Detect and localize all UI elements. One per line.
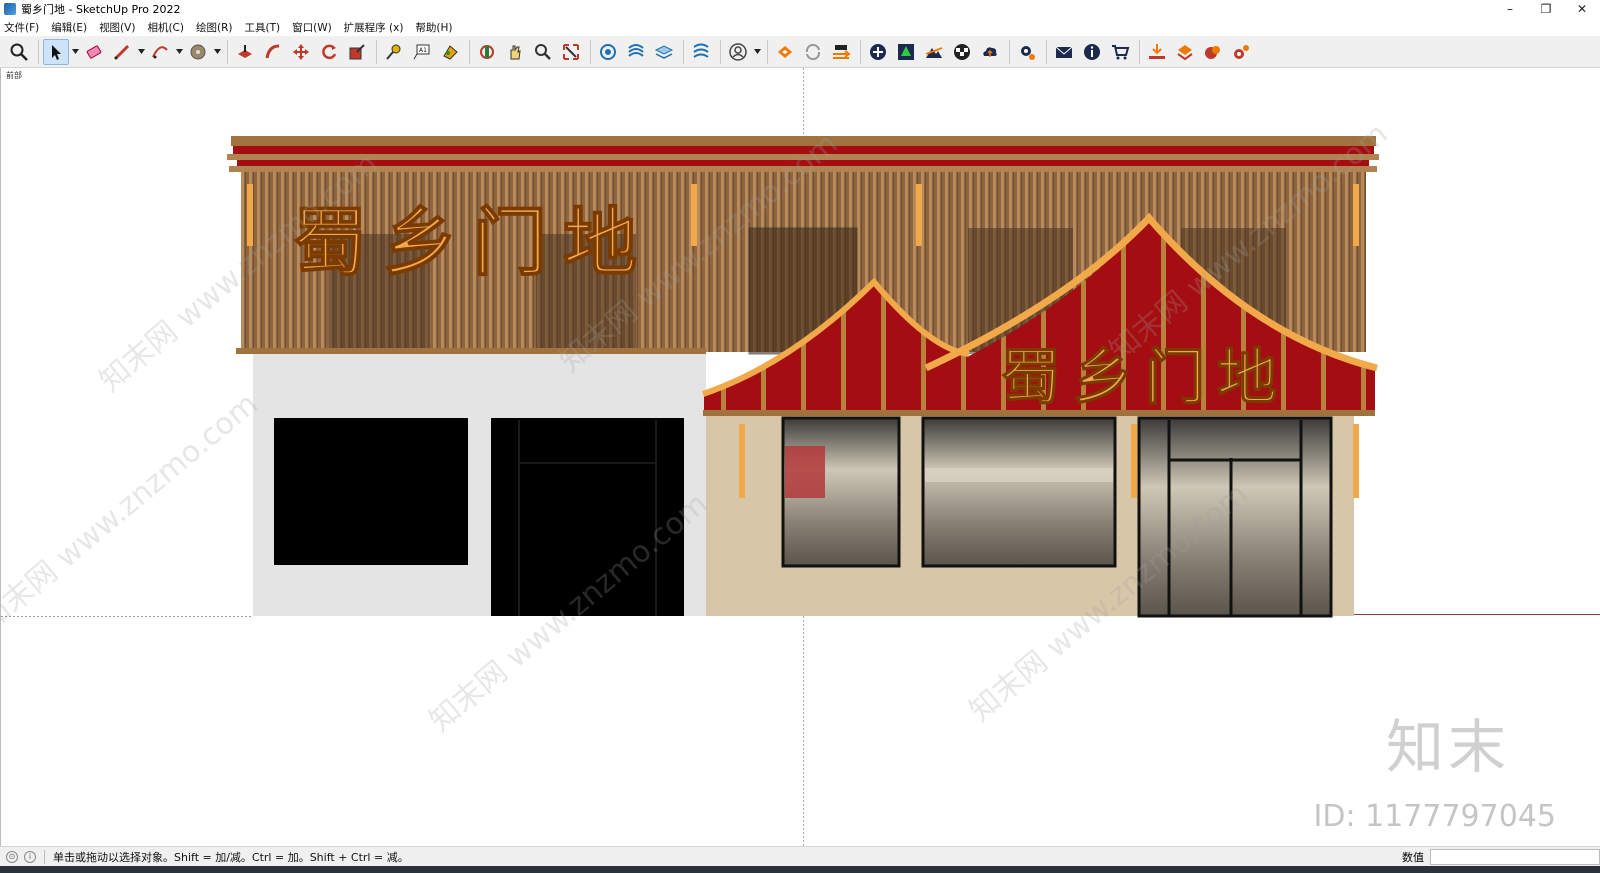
transfer-icon[interactable] — [828, 39, 854, 65]
account-dropdown-icon[interactable] — [753, 39, 761, 65]
styles-icon[interactable] — [688, 39, 714, 65]
menu-camera[interactable]: 相机(C) — [147, 20, 184, 35]
component-icon[interactable] — [595, 39, 621, 65]
zoom-extents-icon[interactable] — [6, 39, 32, 65]
lower-sign-text: 蜀乡门地 — [1001, 343, 1289, 413]
menu-window[interactable]: 窗口(W) — [292, 20, 332, 35]
paint-icon[interactable] — [437, 39, 463, 65]
pan-icon[interactable] — [502, 39, 528, 65]
measurements-label: 数值 — [1402, 851, 1424, 864]
cart-icon[interactable] — [1107, 39, 1133, 65]
menu-file[interactable]: 文件(F) — [4, 20, 39, 35]
section-icon[interactable] — [623, 39, 649, 65]
cloud-upload-icon[interactable] — [977, 39, 1003, 65]
info-icon[interactable] — [1079, 39, 1105, 65]
title-bar: 蜀乡门地 - SketchUp Pro 2022 – ❐ ✕ — [0, 0, 1600, 18]
toolbar-separator — [376, 39, 377, 64]
rotate-icon[interactable] — [316, 39, 342, 65]
left-black-window — [274, 418, 468, 565]
restaurant-window-2 — [921, 416, 1117, 568]
watermark-logo: 知末 — [1385, 713, 1510, 781]
roof-cornice — [231, 136, 1376, 146]
modeling-viewport[interactable]: 前部 蜀乡门地 蜀乡门地 知末网 www.znzmo.com 知末网 www.z… — [0, 68, 1600, 846]
watermark-id: ID: 1177797045 — [1313, 799, 1556, 834]
sync-icon[interactable] — [800, 39, 826, 65]
shape-dropdown-icon[interactable] — [213, 39, 221, 65]
toolbar-separator — [767, 39, 768, 64]
svg-text:A1: A1 — [419, 47, 427, 54]
roof-red-band — [233, 146, 1374, 154]
download-icon[interactable] — [1144, 39, 1170, 65]
pencil-dropdown-icon[interactable] — [137, 39, 145, 65]
status-hint: 单击或拖动以选择对象。Shift = 加/减。Ctrl = 加。Shift + … — [53, 850, 409, 864]
tree-icon[interactable] — [893, 39, 919, 65]
toolbar-separator — [227, 39, 228, 64]
toolbar-separator — [469, 39, 470, 64]
gear-icon[interactable] — [1228, 39, 1254, 65]
add-icon[interactable] — [865, 39, 891, 65]
follow-me-icon[interactable] — [260, 39, 286, 65]
menu-view[interactable]: 视图(V) — [99, 20, 135, 35]
account-icon[interactable] — [725, 39, 751, 65]
settings-icon[interactable] — [1014, 39, 1040, 65]
arc-dropdown-icon[interactable] — [175, 39, 183, 65]
toolbar-separator — [1139, 39, 1140, 64]
toolbar-separator — [590, 39, 591, 64]
status-bar: ⊙ i 单击或拖动以选择对象。Shift = 加/减。Ctrl = 加。Shif… — [0, 846, 1600, 866]
window-controls: – ❐ ✕ — [1492, 0, 1600, 18]
taskbar-strip — [0, 866, 1600, 873]
eraser-icon[interactable] — [81, 39, 107, 65]
storefront-model[interactable]: 蜀乡门地 蜀乡门地 — [1, 68, 1600, 846]
render-icon[interactable] — [1200, 39, 1226, 65]
terrain-icon[interactable] — [921, 39, 947, 65]
window-title: 蜀乡门地 - SketchUp Pro 2022 — [21, 3, 181, 16]
toolbar-separator — [683, 39, 684, 64]
menu-edit[interactable]: 编辑(E) — [51, 20, 87, 35]
select-icon[interactable] — [43, 38, 69, 65]
shape-icon[interactable] — [185, 39, 211, 65]
toolbar-separator — [1009, 39, 1010, 64]
measurements-input[interactable] — [1430, 849, 1600, 865]
plugin-icon[interactable] — [1172, 39, 1198, 65]
extension-warehouse-icon[interactable] — [772, 39, 798, 65]
arc-icon[interactable] — [147, 39, 173, 65]
measurements-box: 数值 — [1402, 847, 1600, 867]
scale-icon[interactable] — [344, 39, 370, 65]
status-divider — [44, 849, 45, 864]
sketchup-app-icon — [4, 3, 16, 15]
upper-sign-text: 蜀乡门地 — [293, 200, 653, 286]
tape-measure-icon[interactable] — [381, 39, 407, 65]
toolbar-separator — [720, 39, 721, 64]
close-button[interactable]: ✕ — [1564, 0, 1600, 18]
help-icon[interactable]: i — [24, 850, 36, 863]
toolbar-separator — [1046, 39, 1047, 64]
mail-icon[interactable] — [1051, 39, 1077, 65]
text-icon[interactable]: A1 — [409, 39, 435, 65]
checker-icon[interactable] — [949, 39, 975, 65]
minimize-button[interactable]: – — [1492, 0, 1528, 18]
menu-draw[interactable]: 绘图(R) — [196, 20, 233, 35]
zoom-window-icon[interactable] — [558, 39, 584, 65]
move-icon[interactable] — [288, 39, 314, 65]
pencil-icon[interactable] — [109, 39, 135, 65]
menu-help[interactable]: 帮助(H) — [415, 20, 452, 35]
menu-extensions[interactable]: 扩展程序 (x) — [344, 20, 404, 35]
menu-tools[interactable]: 工具(T) — [244, 20, 280, 35]
select-dropdown-icon[interactable] — [71, 39, 79, 65]
restore-button[interactable]: ❐ — [1528, 0, 1564, 18]
push-pull-icon[interactable] — [232, 39, 258, 65]
orbit-icon[interactable] — [474, 39, 500, 65]
toolbar-separator — [38, 39, 39, 64]
toolbar: A1 — [0, 36, 1600, 68]
geo-location-icon[interactable]: ⊙ — [6, 850, 18, 863]
menu-bar: 文件(F) 编辑(E) 视图(V) 相机(C) 绘图(R) 工具(T) 窗口(W… — [0, 18, 1600, 36]
layers-icon[interactable] — [651, 39, 677, 65]
zoom-icon[interactable] — [530, 39, 556, 65]
toolbar-separator — [860, 39, 861, 64]
